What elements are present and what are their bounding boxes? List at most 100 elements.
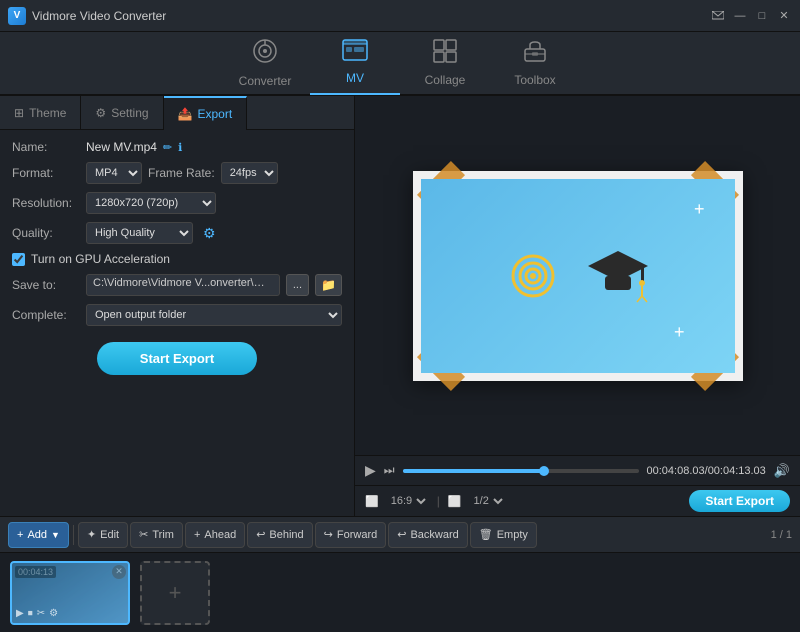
- page-indicator: 1 / 1: [771, 529, 792, 541]
- export-form: Name: New MV.mp4 ✏ ℹ Format: MP4 AVI MOV…: [0, 130, 354, 516]
- tab-export[interactable]: 📤 Export: [164, 96, 248, 130]
- backward-label: Backward: [410, 529, 458, 541]
- aspect-ratio-icon: ⬜: [365, 495, 379, 508]
- frame-rate-label: Frame Rate:: [148, 166, 215, 180]
- ahead-button[interactable]: + Ahead: [185, 522, 245, 548]
- behind-icon: ↩: [256, 528, 265, 541]
- format-select[interactable]: MP4 AVI MOV MKV: [86, 162, 142, 184]
- progress-fill: [403, 469, 545, 473]
- graduation-hat-decoration: [583, 246, 653, 306]
- preview-area: + +: [355, 96, 800, 455]
- gpu-label[interactable]: Turn on GPU Acceleration: [31, 252, 170, 266]
- quality-label: Quality:: [12, 226, 80, 240]
- edit-label: Edit: [100, 529, 119, 541]
- format-label: Format:: [12, 166, 80, 180]
- tab-setting[interactable]: ⚙ Setting: [81, 96, 163, 130]
- forward-label: Forward: [337, 529, 377, 541]
- top-navigation: Converter MV Collage: [0, 32, 800, 96]
- nav-item-mv[interactable]: MV: [310, 31, 400, 95]
- info-bar: ⬜ 16:9 4:3 1:1 9:16 | ⬜ 1/2 2/2 Start Ex…: [355, 485, 800, 516]
- nav-label-converter: Converter: [239, 74, 292, 88]
- add-button[interactable]: + Add ▼: [8, 522, 69, 548]
- add-clip-button[interactable]: +: [140, 561, 210, 625]
- plus-decoration-2: +: [674, 322, 685, 343]
- left-panel: ⊞ Theme ⚙ Setting 📤 Export Name: New MV.…: [0, 96, 355, 516]
- preview-frame: + +: [413, 171, 743, 381]
- empty-button[interactable]: 🗑 Empty: [470, 522, 537, 548]
- tab-theme[interactable]: ⊞ Theme: [0, 96, 81, 130]
- converter-icon: [252, 38, 278, 70]
- trim-icon: ✂: [139, 528, 148, 541]
- clip-item[interactable]: 00:04:13 ✕ ▶ ⏹ ✂ ⚙: [10, 561, 130, 625]
- edit-icon: ✦: [87, 528, 96, 541]
- gpu-checkbox[interactable]: [12, 253, 25, 266]
- backward-button[interactable]: ↩ Backward: [388, 522, 468, 548]
- add-label: Add: [27, 529, 47, 541]
- progress-bar[interactable]: [403, 469, 639, 473]
- toolbox-icon: [522, 39, 548, 69]
- export-tab-icon: 📤: [178, 107, 193, 121]
- nav-item-collage[interactable]: Collage: [400, 31, 490, 95]
- edit-button[interactable]: ✦ Edit: [78, 522, 128, 548]
- setting-tab-icon: ⚙: [95, 106, 106, 120]
- nav-label-mv: MV: [346, 71, 364, 85]
- complete-select[interactable]: Open output folder Do nothing Shut down …: [86, 304, 342, 326]
- clip-position-icon: ⬜: [448, 495, 462, 508]
- maximize-btn[interactable]: □: [754, 8, 770, 24]
- save-path-display: C:\Vidmore\Vidmore V...onverter\MV Expor…: [86, 274, 280, 296]
- nav-label-collage: Collage: [425, 73, 466, 87]
- name-row: Name: New MV.mp4 ✏ ℹ: [12, 140, 342, 154]
- backward-icon: ↩: [397, 528, 406, 541]
- play-button[interactable]: ▶: [365, 462, 376, 479]
- current-time: 00:04:08.03: [647, 465, 705, 477]
- forward-button[interactable]: ↪ Forward: [315, 522, 387, 548]
- ahead-icon: +: [194, 529, 200, 541]
- nav-item-toolbox[interactable]: Toolbox: [490, 31, 580, 95]
- start-export-right-button[interactable]: Start Export: [689, 490, 790, 512]
- nav-item-converter[interactable]: Converter: [220, 31, 310, 95]
- quality-row: Quality: High Quality Medium Quality Low…: [12, 222, 342, 244]
- progress-handle[interactable]: [539, 466, 549, 476]
- app-title: Vidmore Video Converter: [32, 9, 710, 23]
- gpu-row: Turn on GPU Acceleration: [12, 252, 342, 266]
- app-icon: V: [8, 7, 26, 25]
- trim-button[interactable]: ✂ Trim: [130, 522, 183, 548]
- main-content: ⊞ Theme ⚙ Setting 📤 Export Name: New MV.…: [0, 96, 800, 516]
- plus-decoration-1: +: [694, 199, 705, 220]
- time-display: 00:04:08.03/00:04:13.03: [647, 465, 766, 477]
- clip-controls: ▶ ⏹ ✂ ⚙: [16, 608, 58, 619]
- right-panel: + + ▶ ⏭ 00:04:08.03/00:04:13.03 🔊 ⬜ 16:9: [355, 96, 800, 516]
- quality-select[interactable]: High Quality Medium Quality Low Quality: [86, 222, 193, 244]
- resolution-row: Resolution: 1280x720 (720p) 1920x1080 (1…: [12, 192, 342, 214]
- behind-button[interactable]: ↩ Behind: [247, 522, 312, 548]
- save-to-row: Save to: C:\Vidmore\Vidmore V...onverter…: [12, 274, 342, 296]
- collage-icon: [433, 39, 457, 69]
- quality-settings-icon[interactable]: ⚙: [203, 225, 216, 242]
- empty-label: Empty: [497, 529, 528, 541]
- resolution-select[interactable]: 1280x720 (720p) 1920x1080 (1080p) 854x48…: [86, 192, 216, 214]
- tab-bar: ⊞ Theme ⚙ Setting 📤 Export: [0, 96, 354, 130]
- frame-rate-select[interactable]: 24fps 25fps 30fps 60fps: [221, 162, 278, 184]
- name-label: Name:: [12, 140, 80, 154]
- open-folder-button[interactable]: 📁: [315, 274, 342, 296]
- name-value: New MV.mp4: [86, 140, 157, 154]
- aspect-ratio-select[interactable]: 16:9 4:3 1:1 9:16: [387, 494, 429, 508]
- mv-icon: [342, 39, 368, 67]
- message-btn[interactable]: [710, 8, 726, 24]
- main-toolbar: + Add ▼ ✦ Edit ✂ Trim + Ahead ↩ Behind ↪…: [0, 516, 800, 552]
- name-info-icon[interactable]: ℹ: [178, 141, 182, 154]
- step-forward-button[interactable]: ⏭: [384, 463, 395, 478]
- export-tab-label: Export: [198, 107, 233, 121]
- close-btn[interactable]: ✕: [776, 8, 792, 24]
- start-export-button[interactable]: Start Export: [97, 342, 257, 375]
- name-edit-icon[interactable]: ✏: [163, 141, 172, 154]
- preview-content: + +: [421, 179, 735, 373]
- playback-bar: ▶ ⏭ 00:04:08.03/00:04:13.03 🔊: [355, 455, 800, 485]
- resolution-label: Resolution:: [12, 196, 80, 210]
- toolbar-separator-1: [73, 525, 74, 545]
- add-dropdown-icon: ▼: [51, 530, 60, 540]
- volume-icon[interactable]: 🔊: [774, 463, 790, 479]
- clip-position-select[interactable]: 1/2 2/2: [470, 494, 506, 508]
- minimize-btn[interactable]: —: [732, 8, 748, 24]
- browse-dots-button[interactable]: ...: [286, 274, 309, 296]
